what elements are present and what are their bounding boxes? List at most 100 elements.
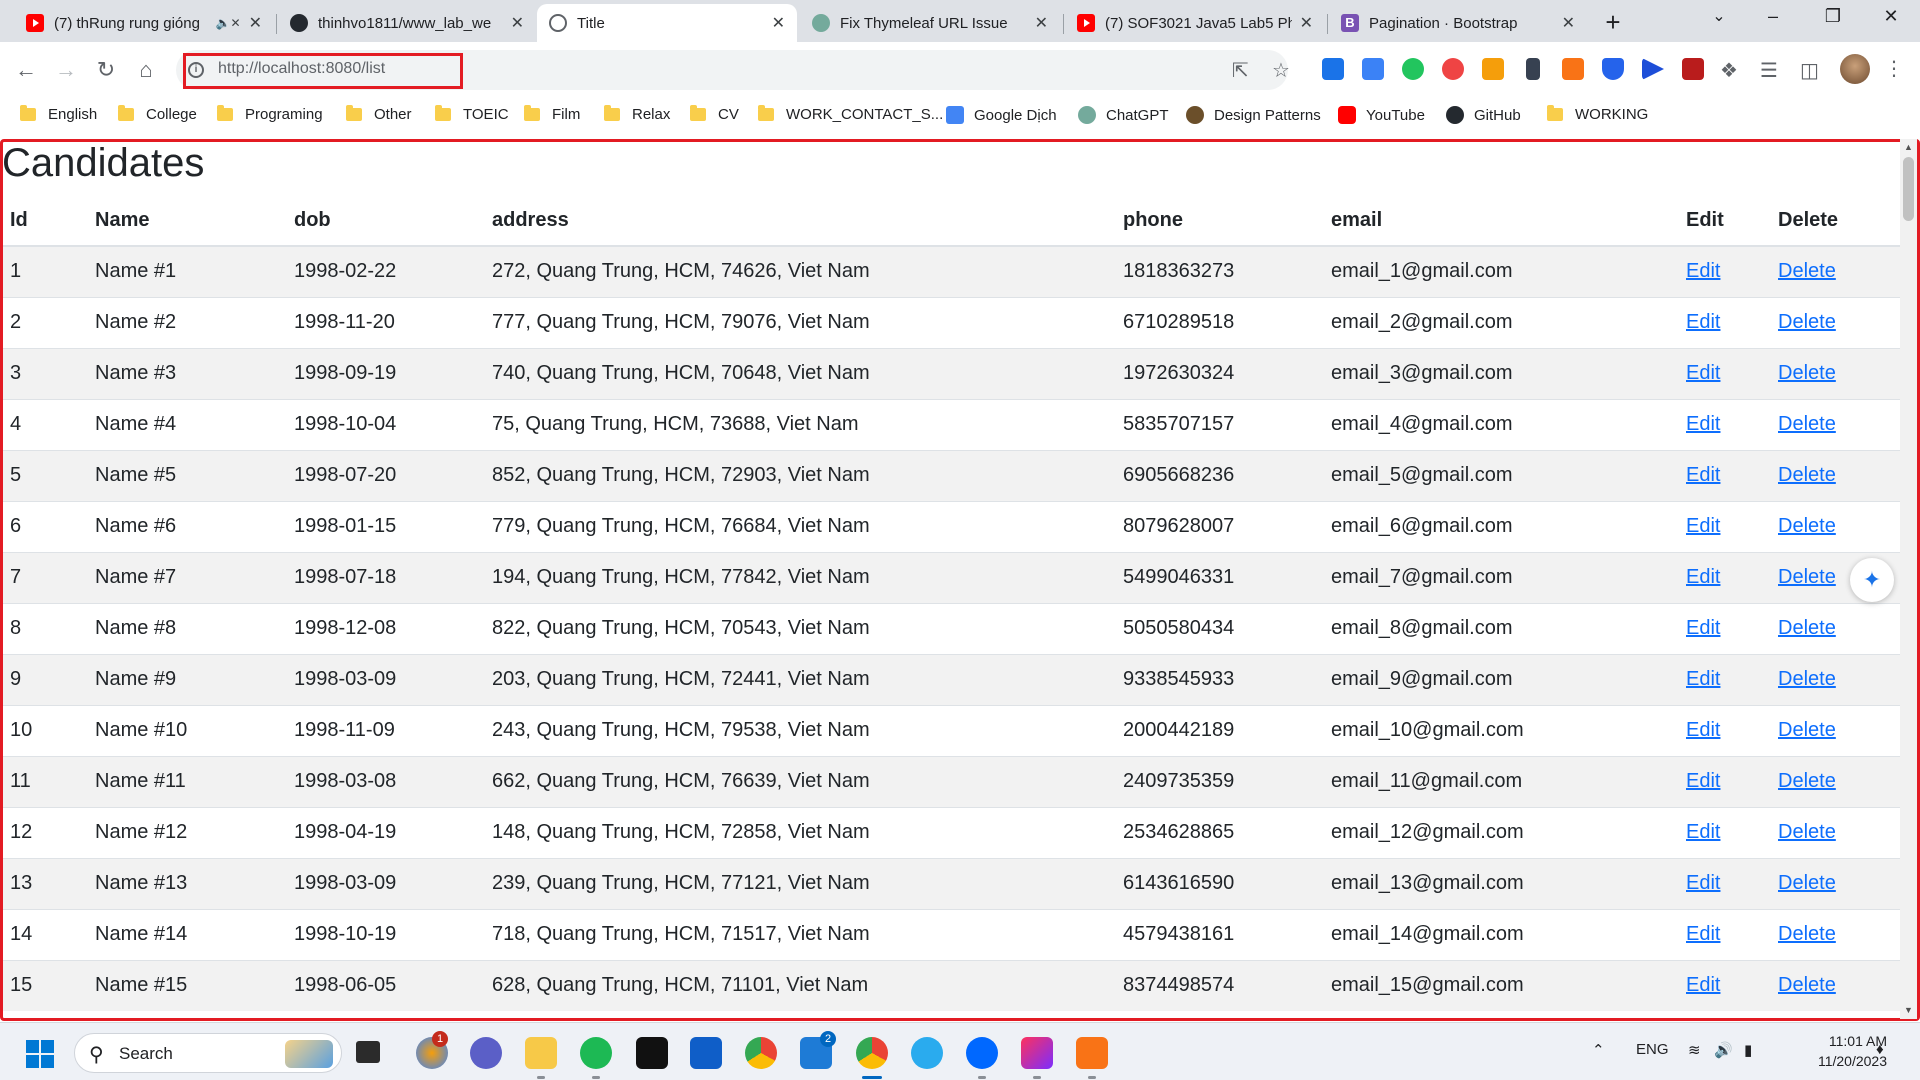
extension-dark-icon[interactable] [1526,58,1540,80]
scroll-up-arrow-icon[interactable]: ▲ [1904,142,1913,152]
tab-youtube-song[interactable]: (7) thRung rung gióng 🔈✕ ✕ [14,4,274,42]
file-explorer-icon[interactable] [525,1037,557,1069]
delete-link[interactable]: Delete [1778,617,1836,639]
page-scrollbar[interactable]: ▲ ▼ [1900,139,1917,1019]
zalo-icon[interactable] [966,1037,998,1069]
minimize-button[interactable]: – [1753,6,1793,27]
teams-chat-icon[interactable] [470,1037,502,1069]
delete-link[interactable]: Delete [1778,260,1836,282]
delete-link[interactable]: Delete [1778,821,1836,843]
extension-color-icon[interactable] [1442,58,1464,80]
tab-search-icon[interactable]: ⌄ [1699,6,1739,26]
close-tab-icon[interactable]: ✕ [511,13,524,33]
extension-green-icon[interactable] [1402,58,1424,80]
speaker-muted-icon[interactable]: 🔈✕ [216,16,241,30]
language-indicator[interactable]: ENG [1636,1041,1669,1058]
home-button[interactable]: ⌂ [128,52,164,88]
edit-link[interactable]: Edit [1686,464,1720,486]
battery-icon[interactable]: ▮ [1744,1041,1752,1059]
close-tab-icon[interactable]: ✕ [249,13,262,33]
delete-link[interactable]: Delete [1778,464,1836,486]
side-panel-icon[interactable]: ◫ [1800,58,1819,83]
bookmark-google-dich[interactable]: Google Dịch [946,106,1057,124]
show-hidden-icons-icon[interactable]: ⌃ [1592,1041,1605,1059]
bookmark-relax[interactable]: Relax [604,105,670,123]
task-view-icon[interactable] [356,1041,380,1063]
chrome-active-icon[interactable] [856,1037,888,1069]
edit-link[interactable]: Edit [1686,770,1720,792]
play-extension-icon[interactable] [1642,58,1664,80]
edit-link[interactable]: Edit [1686,311,1720,333]
delete-link[interactable]: Delete [1778,566,1836,588]
reload-button[interactable]: ↻ [88,52,124,88]
tab-github[interactable]: thinhvo1811/www_lab_we ✕ [278,4,536,42]
chrome-icon[interactable] [745,1037,777,1069]
bookmark-github[interactable]: GitHub [1446,106,1521,124]
system-clock[interactable]: 11:01 AM 11/20/2023 [1785,1031,1887,1071]
bookmark-other[interactable]: Other [346,105,412,123]
close-tab-icon[interactable]: ✕ [1035,13,1048,33]
metamask-icon[interactable] [1562,58,1584,80]
bookmark-work-contact[interactable]: WORK_CONTACT_S... [758,105,943,123]
delete-link[interactable]: Delete [1778,668,1836,690]
extension-dropbox-icon[interactable] [1322,58,1344,80]
edit-link[interactable]: Edit [1686,872,1720,894]
edit-link[interactable]: Edit [1686,566,1720,588]
delete-link[interactable]: Delete [1778,770,1836,792]
spotify-icon[interactable] [580,1037,612,1069]
ublock-icon[interactable] [1682,58,1704,80]
maximize-button[interactable]: ❐ [1813,6,1853,27]
bookmark-programing[interactable]: Programing [217,105,323,123]
share-icon[interactable]: ⇱ [1232,58,1249,83]
edit-link[interactable]: Edit [1686,821,1720,843]
delete-link[interactable]: Delete [1778,515,1836,537]
bookmark-toeic[interactable]: TOEIC [435,105,509,123]
close-tab-icon[interactable]: ✕ [1562,13,1575,33]
edit-link[interactable]: Edit [1686,923,1720,945]
tab-chatgpt[interactable]: Fix Thymeleaf URL Issue ✕ [800,4,1060,42]
edit-link[interactable]: Edit [1686,413,1720,435]
taskbar-search[interactable]: ⚲ Search [74,1033,342,1073]
close-window-button[interactable]: ✕ [1871,6,1911,27]
delete-link[interactable]: Delete [1778,362,1836,384]
bookmark-chatgpt[interactable]: ChatGPT [1078,106,1169,124]
start-button[interactable] [26,1040,54,1068]
bookmark-youtube[interactable]: YouTube [1338,106,1425,124]
close-tab-icon[interactable]: ✕ [1300,13,1313,33]
volume-icon[interactable]: 🔊 [1714,1041,1733,1059]
edit-link[interactable]: Edit [1686,362,1720,384]
edit-link[interactable]: Edit [1686,719,1720,741]
intellij-icon[interactable] [1021,1037,1053,1069]
wifi-icon[interactable]: ≋ [1688,1041,1701,1059]
edit-link[interactable]: Edit [1686,668,1720,690]
delete-link[interactable]: Delete [1778,872,1836,894]
bookmark-working[interactable]: WORKING [1547,105,1648,123]
extension-dictionary-icon[interactable] [1482,58,1504,80]
edit-link[interactable]: Edit [1686,974,1720,996]
shield-icon[interactable] [1602,58,1624,80]
extension-mail-icon[interactable] [1362,58,1384,80]
bookmark-cv[interactable]: CV [690,105,739,123]
bookmark-film[interactable]: Film [524,105,580,123]
tab-title-active[interactable]: Title ✕ [537,4,797,42]
new-tab-button[interactable]: + [1597,7,1629,39]
scrollbar-thumb[interactable] [1903,157,1914,221]
forward-button[interactable]: → [48,52,84,88]
delete-link[interactable]: Delete [1778,719,1836,741]
notion-icon[interactable] [636,1037,668,1069]
reading-list-icon[interactable]: ☰ [1760,58,1778,83]
close-tab-icon[interactable]: ✕ [772,13,785,33]
edit-link[interactable]: Edit [1686,617,1720,639]
scroll-down-arrow-icon[interactable]: ▼ [1904,1005,1913,1015]
floating-assistant-icon[interactable]: ✦ [1850,558,1894,602]
bookmark-college[interactable]: College [118,105,197,123]
bookmark-star-icon[interactable]: ☆ [1272,58,1290,83]
notification-bell-icon[interactable]: ♦ [1876,1041,1884,1058]
delete-link[interactable]: Delete [1778,974,1836,996]
delete-link[interactable]: Delete [1778,413,1836,435]
edit-link[interactable]: Edit [1686,260,1720,282]
microsoft-store-icon[interactable] [690,1037,722,1069]
chrome-menu-icon[interactable]: ⋮ [1884,56,1904,81]
tab-youtube-lab[interactable]: (7) SOF3021 Java5 Lab5 Ph ✕ [1065,4,1325,42]
bookmark-design-patterns[interactable]: Design Patterns [1186,106,1321,124]
